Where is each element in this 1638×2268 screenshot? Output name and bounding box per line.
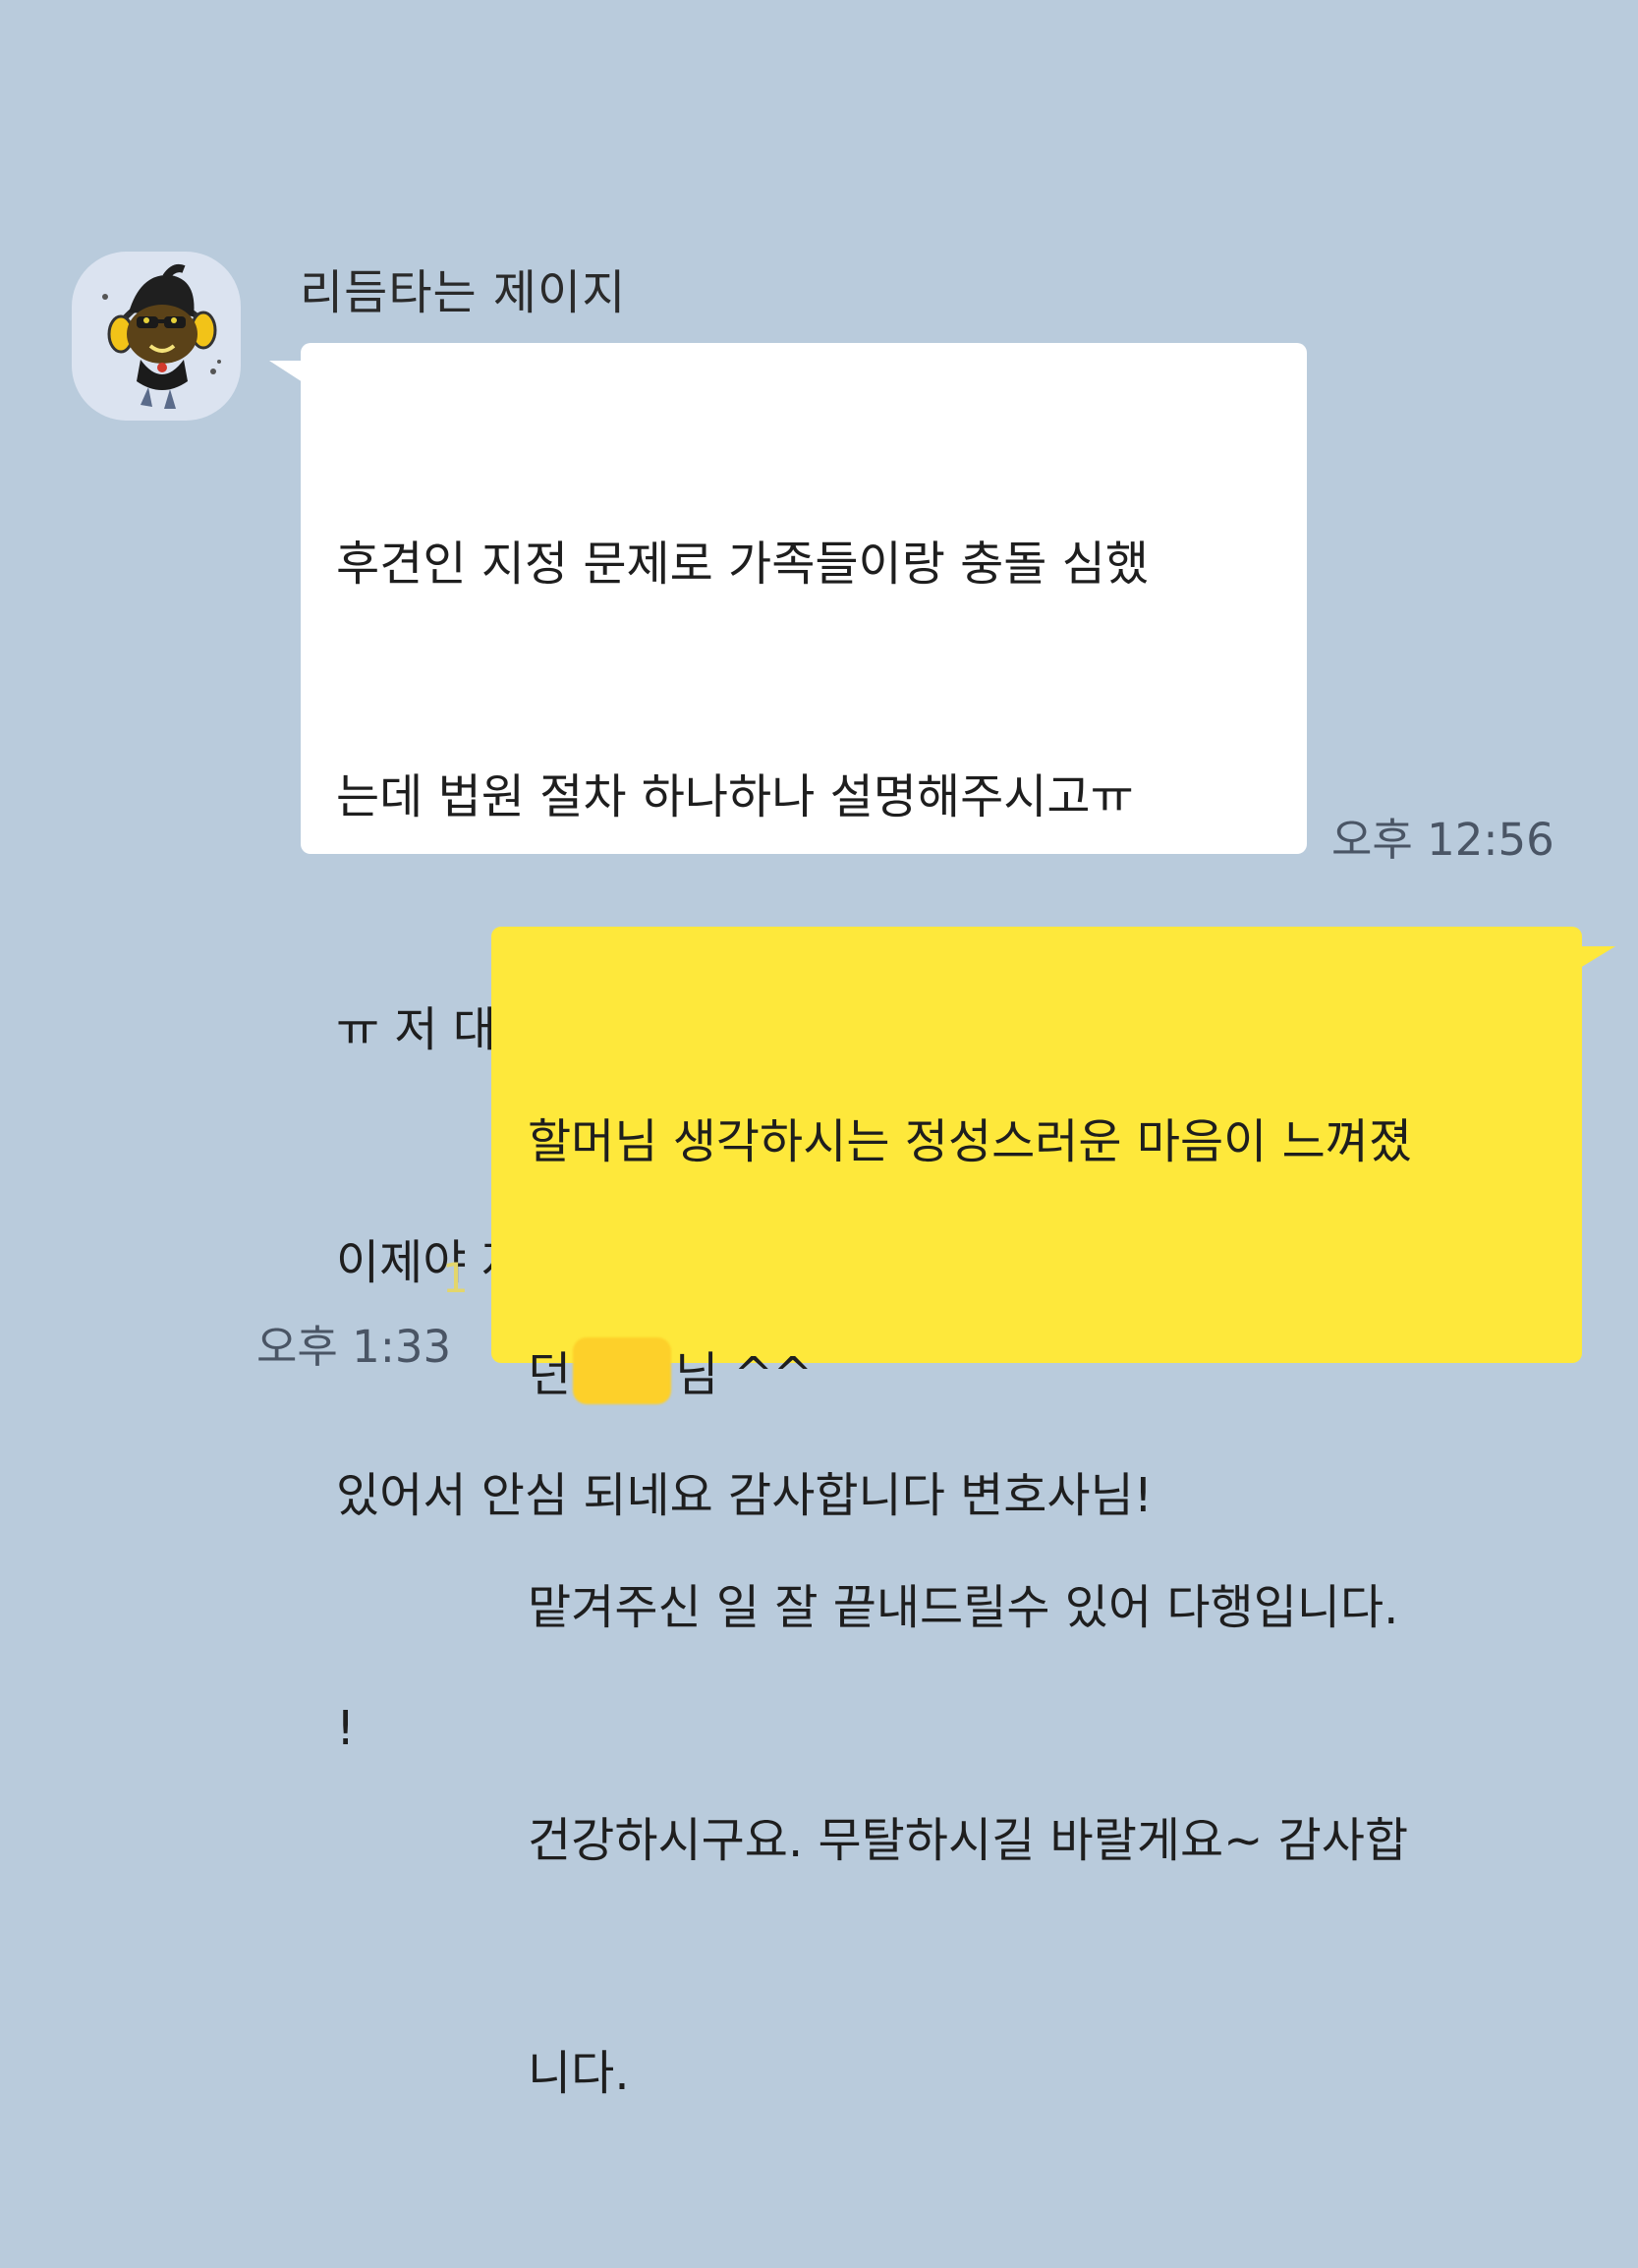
message-line: 후견인 지정 문제로 가족들이랑 충돌 심했 bbox=[336, 537, 1150, 592]
outgoing-bubble-tail bbox=[1580, 946, 1615, 968]
message-line: 할머님 생각하시는 정성스러운 마음이 느껴졌 bbox=[528, 1114, 1413, 1169]
jay-g-character-avatar-icon bbox=[102, 264, 221, 409]
outgoing-message-timestamp: 오후 1:33 bbox=[256, 1321, 452, 1373]
incoming-bubble-tail bbox=[269, 361, 303, 382]
outgoing-message-text: 할머님 생각하시는 정성스러운 마음이 느껴졌 던 님 ^^ 맡겨주신 일 잘 끝… bbox=[528, 948, 1562, 2268]
message-line: 던 님 ^^ bbox=[528, 1336, 1562, 1414]
unread-count-badge: 1 bbox=[442, 1254, 469, 1302]
sender-name: 리듬타는 제이지 bbox=[300, 265, 627, 320]
message-fragment: 던 bbox=[528, 1347, 572, 1402]
chat-room: 리듬타는 제이지 후견인 지정 문제로 가족들이랑 충돌 심했 는데 법원 절차… bbox=[0, 0, 1638, 2101]
outgoing-message-bubble[interactable]: 할머님 생각하시는 정성스러운 마음이 느껴졌 던 님 ^^ 맡겨주신 일 잘 끝… bbox=[491, 927, 1615, 2101]
sender-avatar[interactable] bbox=[72, 252, 241, 421]
incoming-message-bubble[interactable]: 후견인 지정 문제로 가족들이랑 충돌 심했 는데 법원 절차 하나하나 설명해… bbox=[269, 343, 1307, 1756]
message-line: 건강하시구요. 무탈하시길 바랄게요~ 감사합 bbox=[528, 1813, 1409, 1868]
message-line: 맡겨주신 일 잘 끝내드릴수 있어 다행입니다. bbox=[528, 1580, 1399, 1635]
message-fragment: 님 ^^ bbox=[675, 1347, 814, 1402]
message-line: 니다. bbox=[528, 2046, 630, 2101]
incoming-message-timestamp: 오후 12:56 bbox=[1331, 814, 1554, 866]
message-line: 는데 법원 절차 하나하나 설명해주시고ㅠ bbox=[336, 769, 1134, 824]
redacted-name-block bbox=[573, 1337, 672, 1404]
